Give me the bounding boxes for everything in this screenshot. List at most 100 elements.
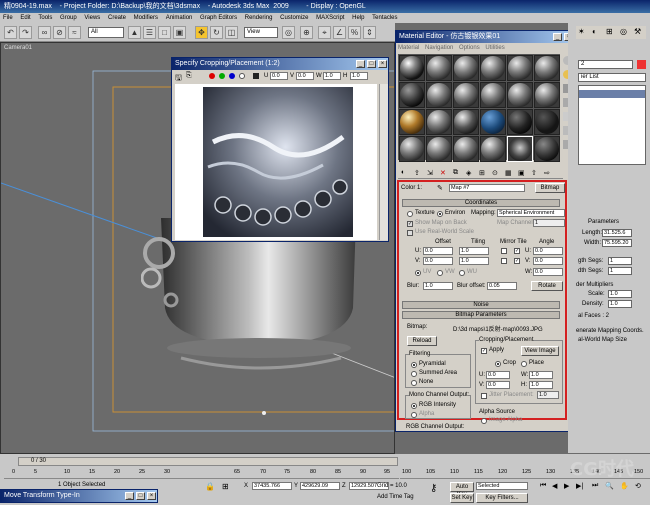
place-radio[interactable] (521, 361, 527, 367)
menu-options[interactable]: Options (459, 45, 480, 51)
pyramidal-radio[interactable] (411, 362, 417, 368)
crop-radio[interactable] (495, 361, 501, 367)
summed-area-radio[interactable] (411, 371, 417, 377)
density-field[interactable]: 1.0 (608, 300, 632, 308)
show-map-icon[interactable]: ▦ (505, 169, 512, 177)
reset-map-icon[interactable]: ✕ (440, 169, 446, 177)
crop-h-field[interactable]: 1.0 (350, 72, 368, 80)
close-icon[interactable]: × (147, 492, 156, 500)
percent-snap-icon[interactable]: % (348, 26, 361, 39)
select-by-name-icon[interactable]: ☰ (143, 26, 156, 39)
utilities-tab-icon[interactable]: ⚒ (634, 27, 641, 36)
width-field[interactable]: 75.595.20 (602, 239, 632, 247)
reference-coord-dropdown[interactable]: View (244, 27, 278, 38)
menu-rendering[interactable]: Rendering (245, 15, 273, 21)
go-to-end-icon[interactable]: ⏭ (592, 482, 598, 490)
vertical-scrollbar[interactable] (379, 84, 388, 240)
select-manipulate-icon[interactable]: ⊕ (300, 26, 313, 39)
real-world-map-size-label[interactable]: al-World Map Size (578, 337, 627, 343)
wu-radio[interactable] (459, 270, 465, 276)
object-color-swatch[interactable] (637, 60, 646, 69)
hierarchy-tab-icon[interactable]: ⊞ (606, 27, 613, 36)
map-type-button[interactable]: Bitmap (535, 183, 565, 193)
show-map-on-back-checkbox[interactable]: ✓ (407, 221, 413, 227)
u-offset-field[interactable]: 0.0 (423, 247, 453, 255)
bitmap-path-button[interactable]: D:\3d maps\1反射-map\0093.JPG (453, 324, 543, 333)
v-angle-field[interactable]: 0.0 (533, 257, 563, 265)
u-tiling-field[interactable]: 1.0 (459, 247, 489, 255)
view-image-button[interactable]: View Image (521, 346, 559, 356)
pan-icon[interactable]: ✋ (620, 482, 629, 490)
show-end-result-icon[interactable]: ▣ (518, 169, 525, 177)
menu-tools[interactable]: Tools (38, 15, 52, 21)
menu-graph-editors[interactable]: Graph Editors (200, 15, 237, 21)
reload-button[interactable]: Reload (407, 336, 437, 346)
length-segs-field[interactable]: 1 (608, 257, 632, 265)
menu-edit[interactable]: Edit (20, 15, 30, 21)
set-key-button[interactable]: Set Key (450, 493, 474, 503)
width-segs-field[interactable]: 1 (608, 267, 632, 275)
bind-space-warp-icon[interactable]: ≈ (68, 26, 81, 39)
window-crossing-icon[interactable]: ▣ (173, 26, 186, 39)
lock-icon[interactable]: 🔒 (205, 482, 215, 491)
get-material-icon[interactable]: ◐ (401, 169, 405, 176)
v-mirror-checkbox[interactable] (501, 258, 507, 264)
zoom-icon[interactable]: 🔍 (605, 482, 614, 490)
blue-channel-icon[interactable] (229, 73, 235, 79)
rgb-intensity-radio[interactable] (411, 403, 417, 409)
u-mirror-checkbox[interactable] (501, 248, 507, 254)
link-icon[interactable]: ∞ (38, 26, 51, 39)
scale-icon[interactable]: ◫ (225, 26, 238, 39)
angle-snap-icon[interactable]: ∠ (333, 26, 346, 39)
unlink-icon[interactable]: ⊘ (53, 26, 66, 39)
rotate-icon[interactable]: ↻ (210, 26, 223, 39)
play-icon[interactable]: ▶ (564, 482, 569, 490)
auto-key-button[interactable]: Auto Key (450, 482, 474, 498)
move-icon[interactable]: ✥ (195, 26, 208, 39)
effects-channel-icon[interactable]: ⊙ (492, 169, 498, 177)
uv-radio[interactable] (415, 270, 421, 276)
add-time-tag-button[interactable]: Add Time Tag (377, 494, 414, 500)
copy-material-icon[interactable]: ⧉ (453, 169, 458, 177)
timeline-track[interactable]: 0 5 10 15 20 25 30 65 70 75 80 85 90 95 (4, 467, 399, 479)
redo-icon[interactable]: ↷ (19, 26, 32, 39)
time-slider[interactable]: 0 / 30 (18, 457, 398, 466)
crop-v-field[interactable]: 0.0 (296, 72, 314, 80)
crop-u-field[interactable]: 0.0 (270, 72, 288, 80)
menu-views[interactable]: Views (84, 15, 100, 21)
none-radio[interactable] (411, 380, 417, 386)
maximize-icon[interactable]: □ (367, 60, 376, 68)
coordinates-rollout[interactable]: Coordinates (402, 199, 560, 207)
map-name-field[interactable]: Map #7 (449, 184, 525, 192)
close-icon[interactable]: × (378, 60, 387, 68)
mono-icon[interactable] (253, 73, 259, 79)
mapping-dropdown[interactable]: Spherical Environment (497, 209, 565, 217)
timeline-track-right[interactable]: 100 105 110 115 120 125 130 (400, 467, 568, 479)
map-channel-field[interactable]: 1 (533, 219, 565, 227)
menu-customize[interactable]: Customize (280, 15, 308, 21)
eyedropper-icon[interactable]: ✎ (437, 184, 443, 192)
menu-utilities[interactable]: Utilities (485, 45, 504, 51)
undo-icon[interactable]: ↶ (4, 26, 17, 39)
apply-checkbox[interactable]: ✓ (481, 348, 487, 354)
menu-navigation[interactable]: Navigation (425, 45, 453, 51)
go-forward-sibling-icon[interactable]: ⇨ (544, 169, 550, 177)
put-to-library-icon[interactable]: ⊞ (479, 169, 485, 177)
use-real-world-checkbox[interactable] (407, 230, 413, 236)
length-field[interactable]: 31.525.6 (602, 229, 632, 237)
environ-radio[interactable] (437, 211, 443, 217)
w-angle-field[interactable]: 0.0 (533, 268, 563, 276)
v-tiling-field[interactable]: 1.0 (459, 257, 489, 265)
clone-icon[interactable]: ⎘ (186, 72, 192, 80)
menu-help[interactable]: Help (352, 15, 364, 21)
rect-region-icon[interactable]: □ (158, 26, 171, 39)
minimize-icon[interactable]: _ (125, 492, 134, 500)
spinner-snap-icon[interactable]: ⇕ (363, 26, 376, 39)
menu-modifiers[interactable]: Modifiers (134, 15, 158, 21)
u-tile-checkbox[interactable]: ✓ (514, 248, 520, 254)
snap-icon[interactable]: ⌖ (318, 26, 331, 39)
unique-icon[interactable]: ◈ (466, 169, 471, 177)
previous-frame-icon[interactable]: ◀ (552, 482, 557, 490)
go-to-parent-icon[interactable]: ⇧ (531, 169, 537, 177)
menu-create[interactable]: Create (108, 15, 126, 21)
